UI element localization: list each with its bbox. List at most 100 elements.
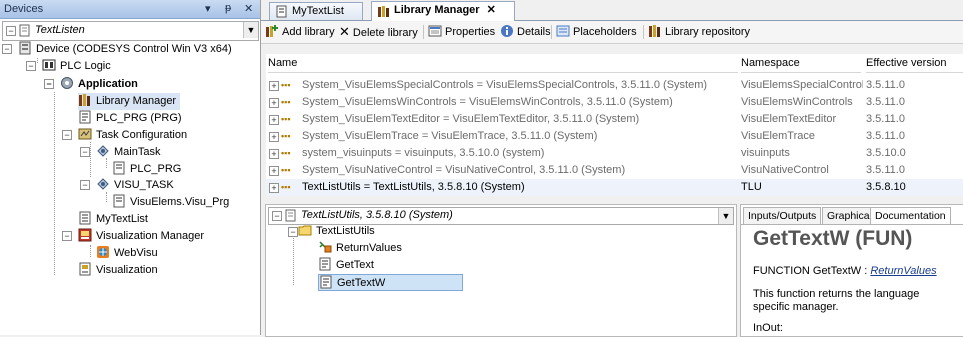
tab-label: MyTextList [292, 5, 344, 17]
tab-library-manager[interactable]: Library Manager ✕ [371, 1, 515, 21]
task-configuration-icon [78, 128, 92, 140]
function-icon [319, 257, 331, 271]
collapse-icon[interactable]: − [288, 227, 298, 237]
collapse-icon[interactable]: − [2, 44, 12, 54]
combo-dropdown-icon[interactable]: ▼ [718, 208, 733, 224]
tab-mytextlist[interactable]: MyTextList [269, 2, 363, 20]
delete-library-button[interactable]: ✕ Delete library [339, 24, 418, 40]
project-combo[interactable]: − TextListen ▼ [2, 21, 259, 41]
table-row[interactable]: + •▪▪ system_visuinputs = visuinputs, 3.… [266, 145, 963, 162]
library-reference-icon: •▪▪ [281, 165, 291, 175]
tree-item-task-configuration[interactable]: − Task Configuration [62, 127, 188, 144]
panel-menu-icon[interactable]: ▾ [205, 2, 211, 15]
collapse-icon[interactable]: − [80, 180, 90, 190]
column-header-name[interactable]: Name [268, 54, 738, 73]
task-icon [97, 145, 109, 157]
expand-icon[interactable]: + [269, 132, 279, 142]
add-library-button[interactable]: Add library [265, 24, 335, 40]
expand-icon[interactable]: + [269, 166, 279, 176]
tree-item-device[interactable]: − Device (CODESYS Control Win V3 x64) [2, 41, 232, 58]
tree-item-label: TextListUtils [316, 225, 375, 237]
library-repository-button[interactable]: Library repository [648, 24, 750, 40]
library-version: 3.5.10.0 [866, 147, 906, 159]
properties-button[interactable]: Properties [428, 24, 495, 40]
library-reference-icon: •▪▪ [281, 97, 291, 107]
library-document-icon [285, 209, 296, 222]
lib-tree-item-gettextw[interactable]: GetTextW [318, 274, 463, 291]
table-row[interactable]: + •▪▪ System_VisuNativeControl = VisuNat… [266, 162, 963, 179]
expand-icon[interactable]: + [269, 149, 279, 159]
tree-item-visuelems-visu-prg[interactable]: VisuElems.Visu_Prg [112, 194, 229, 211]
library-namespace: visuinputs [741, 147, 790, 159]
documentation-panel: Inputs/Outputs Graphical Documentation G… [740, 204, 963, 337]
task-icon [97, 178, 109, 190]
expand-icon[interactable]: + [269, 98, 279, 108]
table-row[interactable]: + •▪▪ System_VisuElemTrace = VisuElemTra… [266, 128, 963, 145]
collapse-icon[interactable]: − [26, 61, 36, 71]
tree-item-label: Task Configuration [96, 129, 188, 141]
library-name: TextListUtils = TextListUtils, 3.5.8.10 … [302, 181, 525, 193]
tree-item-visualization[interactable]: Visualization [78, 262, 158, 279]
tree-item-label: VisuElems.Visu_Prg [130, 196, 230, 208]
tree-item-plc-prg[interactable]: PLC_PRG (PRG) [78, 110, 182, 127]
table-row[interactable]: + •▪▪ System_VisuElemTextEditor = VisuEl… [266, 111, 963, 128]
placeholders-button[interactable]: Placeholders [556, 24, 637, 40]
tree-item-mytextlist[interactable]: MyTextList [78, 211, 148, 228]
tree-item-label: GetTextW [337, 277, 386, 289]
combo-dropdown-icon[interactable]: ▼ [243, 22, 258, 38]
tree-item-webvisu[interactable]: WebVisu [96, 245, 158, 262]
project-name: TextListen [35, 24, 85, 36]
tab-close-icon[interactable]: ✕ [487, 4, 496, 16]
tree-item-label: Device (CODESYS Control Win V3 x64) [36, 43, 232, 55]
tab-inputs-outputs[interactable]: Inputs/Outputs [743, 207, 822, 225]
library-name: System_VisuElemTextEditor = VisuElemText… [302, 113, 640, 125]
library-name: System_VisuNativeControl = VisuNativeCon… [302, 164, 626, 176]
expand-icon[interactable]: + [269, 115, 279, 125]
lib-tree-item-gettext[interactable]: GetText [318, 257, 374, 274]
tree-item-label: PLC_PRG (PRG) [96, 112, 182, 124]
collapse-icon[interactable]: − [272, 211, 282, 221]
library-version: 3.5.11.0 [866, 79, 905, 91]
close-icon[interactable]: ✕ [244, 2, 253, 15]
collapse-icon[interactable]: − [80, 147, 90, 157]
collapse-icon[interactable]: − [6, 26, 16, 36]
library-books-icon [79, 94, 90, 106]
table-row-selected[interactable]: + •▪▪ TextListUtils = TextListUtils, 3.5… [266, 179, 963, 196]
tree-item-plc-logic[interactable]: − PLC Logic [26, 58, 111, 75]
lib-tree-item-returnvalues[interactable]: ReturnValues [318, 240, 402, 257]
collapse-icon[interactable]: − [62, 231, 72, 241]
pin-icon[interactable]: ᵽ [225, 2, 231, 14]
tree-item-plc-prg-call[interactable]: PLC_PRG [112, 161, 181, 178]
collapse-icon[interactable]: − [62, 130, 72, 140]
tree-item-maintask[interactable]: − MainTask [80, 144, 160, 161]
tree-item-label: PLC Logic [60, 60, 111, 72]
expand-icon[interactable]: + [269, 81, 279, 91]
tab-documentation[interactable]: Documentation [870, 207, 951, 225]
collapse-icon[interactable]: − [44, 79, 54, 89]
library-namespace: TLU [741, 181, 762, 193]
add-library-icon [266, 25, 278, 37]
library-browser-panel: − TextListUtils, 3.5.8.10 (System) ▼ − T… [265, 204, 737, 337]
table-row[interactable]: + •▪▪ System_VisuElemsSpecialControls = … [266, 77, 963, 94]
application-gear-icon [61, 77, 73, 89]
tree-item-visualization-manager[interactable]: − Visualization Manager [62, 228, 204, 245]
details-button[interactable]: Details [500, 24, 551, 40]
tree-item-application[interactable]: − Application [44, 76, 138, 93]
expand-icon[interactable]: + [269, 183, 279, 193]
visualization-icon [79, 262, 91, 276]
return-type-link[interactable]: ReturnValues [870, 265, 936, 277]
library-reference-icon: •▪▪ [281, 114, 291, 124]
column-header-effective-version[interactable]: Effective version [866, 54, 963, 73]
tree-item-library-manager[interactable]: Library Manager [78, 93, 181, 110]
column-header-namespace[interactable]: Namespace [741, 54, 861, 73]
library-namespace: VisuElemsWinControls [741, 96, 853, 108]
library-version: 3.5.11.0 [866, 130, 905, 142]
library-name: System_VisuElemsWinControls = VisuElemsW… [302, 96, 673, 108]
lib-tree-item-textlistutils[interactable]: − TextListUtils [288, 223, 375, 240]
library-name: system_visuinputs = visuinputs, 3.5.10.0… [302, 147, 545, 159]
function-icon [320, 275, 332, 289]
delete-icon: ✕ [339, 24, 350, 39]
tree-item-visu-task[interactable]: − VISU_TASK [80, 177, 174, 194]
table-row[interactable]: + •▪▪ System_VisuElemsWinControls = Visu… [266, 94, 963, 111]
tab-graphical[interactable]: Graphical [822, 207, 877, 225]
